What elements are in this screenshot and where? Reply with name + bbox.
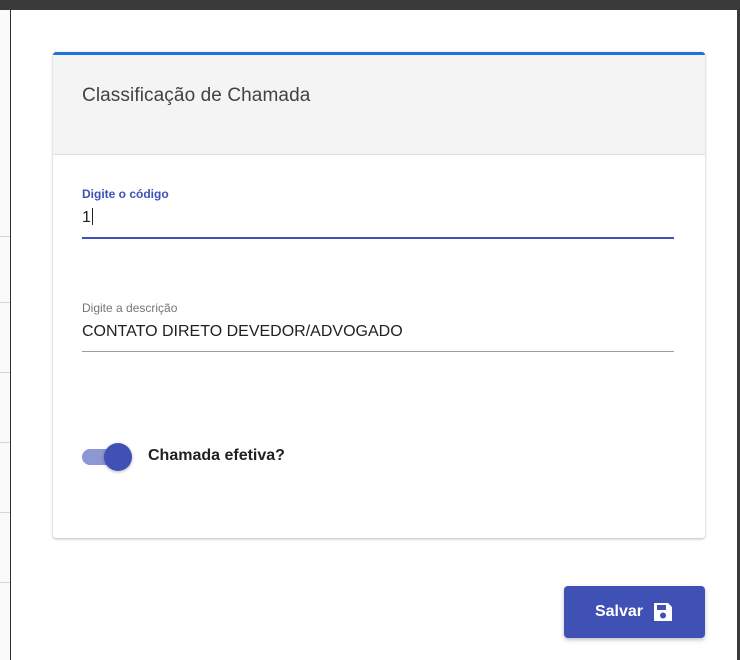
- backdrop-row-divider: [0, 442, 10, 443]
- code-field[interactable]: Digite o código 1: [82, 187, 674, 239]
- floppy-disk-icon: [652, 601, 674, 623]
- classification-dialog: Classificação de Chamada Digite o código…: [10, 10, 737, 660]
- backdrop-row-divider: [0, 372, 10, 373]
- description-input[interactable]: CONTATO DIRETO DEVEDOR/ADVOGADO: [82, 321, 674, 343]
- backdrop-top-edge: [0, 0, 740, 10]
- code-field-underline: [82, 237, 674, 239]
- card-header: Classificação de Chamada: [53, 55, 705, 155]
- code-input-value: 1: [82, 209, 91, 226]
- backdrop-row-divider: [0, 302, 10, 303]
- effective-toggle-row: Chamada efetiva?: [82, 442, 285, 471]
- effective-toggle-label: Chamada efetiva?: [148, 447, 285, 464]
- code-input[interactable]: 1: [82, 207, 674, 229]
- description-field-label: Digite a descrição: [82, 301, 178, 315]
- form-card: Classificação de Chamada Digite o código…: [53, 52, 705, 538]
- code-field-label: Digite o código: [82, 187, 169, 201]
- save-button-label: Salvar: [594, 603, 644, 620]
- backdrop-row-divider: [0, 582, 10, 583]
- backdrop-row-divider: [0, 512, 10, 513]
- description-field-underline: [82, 351, 674, 352]
- toggle-thumb[interactable]: [104, 443, 132, 471]
- backdrop-row-divider: [0, 236, 10, 237]
- text-caret: [91, 208, 93, 225]
- effective-call-toggle[interactable]: [82, 442, 134, 471]
- description-field[interactable]: Digite a descrição CONTATO DIRETO DEVEDO…: [82, 301, 674, 352]
- dialog-title: Classificação de Chamada: [82, 85, 311, 106]
- save-button[interactable]: Salvar: [564, 586, 705, 638]
